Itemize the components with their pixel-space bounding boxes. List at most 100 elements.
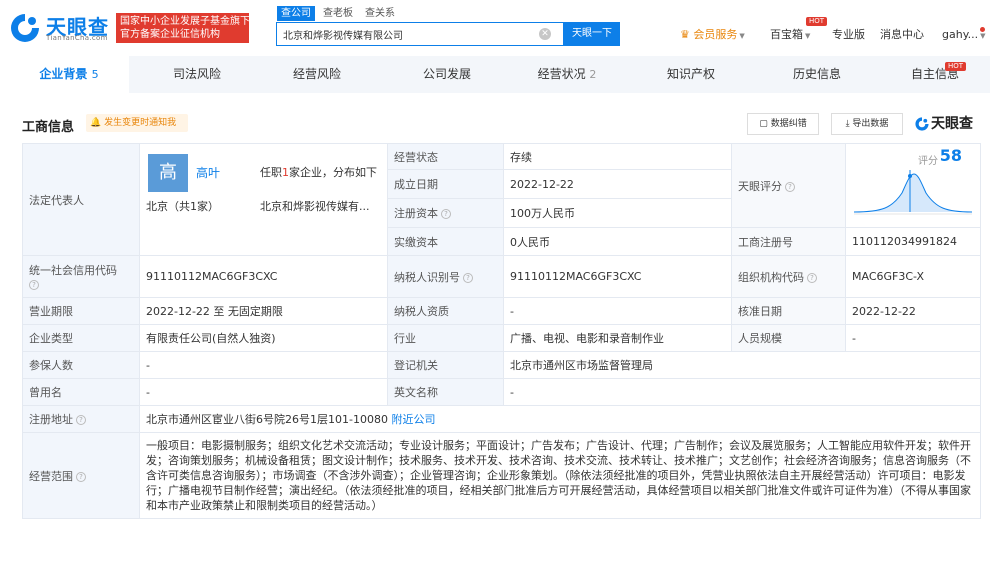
search-tab-relation[interactable]: 查关系 (361, 6, 399, 21)
logo-domain: TianYanCha.com (46, 34, 108, 42)
status-value: 存续 (503, 143, 732, 170)
table-row: 注册地址? 北京市通州区宦业八街6号院26号1层101-10080 附近公司 (22, 405, 981, 433)
address-value: 北京市通州区宦业八街6号院26号1层101-10080 (146, 413, 388, 426)
tab-operating-status[interactable]: 经营状况 2 (517, 56, 617, 93)
score-cell[interactable]: 评分 58 (845, 143, 981, 228)
help-icon[interactable]: ? (463, 272, 473, 283)
clear-icon[interactable]: ✕ (539, 28, 551, 40)
legal-rep-location: 北京（共1家） (146, 200, 219, 213)
insured-value: - (139, 351, 388, 379)
message-center-link[interactable]: 消息中心 (880, 27, 924, 43)
brand-logo: 天眼查 (914, 113, 980, 135)
user-menu[interactable]: gahy... ▼ (942, 27, 986, 43)
top-header: 天眼查 TianYanCha.com 国家中小企业发展子基金旗下 官方备案企业征… (0, 0, 1000, 54)
business-scope-value: 一般项目：电影摄制服务；组织文化艺术交流活动；专业设计服务；平面设计；广告发布；… (139, 432, 981, 519)
table-row: 企业类型 有限责任公司(自然人独资) 行业 广播、电视、电影和录音制作业 人员规… (22, 324, 981, 352)
pro-version-link[interactable]: 专业版 (832, 27, 865, 43)
tax-qualification-value: - (503, 297, 732, 325)
export-data-button[interactable]: ⤓ 导出数据 (831, 113, 903, 135)
crown-icon: ♛ (680, 28, 690, 41)
legal-rep-name[interactable]: 高叶 (196, 164, 220, 181)
scope-label-cell: 经营范围? (22, 432, 140, 519)
avatar[interactable]: 高 (148, 154, 188, 192)
org-code-label-cell: 组织机构代码? (731, 255, 846, 298)
tax-id-value: 91110112MAC6GF3CXC (503, 255, 732, 298)
tab-enterprise-background[interactable]: 企业背景 5 (9, 56, 129, 93)
search-box: ✕ (276, 22, 564, 46)
authority-value: 北京市通州区市场监督管理局 (503, 351, 981, 379)
credit-code-label: 统一社会信用代码 (29, 264, 117, 277)
industry-label: 行业 (387, 324, 504, 352)
table-row: 法定代表人 高 高叶 任职1家企业，分布如下 北京（共1家） 北京和烨影视传媒有… (22, 143, 981, 256)
company-type-value: 有限责任公司(自然人独资) (139, 324, 388, 352)
tax-id-label-cell: 纳税人识别号? (387, 255, 504, 298)
approve-date-value: 2022-12-22 (845, 297, 981, 325)
reg-no-value: 110112034991824 (845, 227, 981, 256)
status-label: 经营状态 (387, 143, 504, 170)
score-label-cell: 天眼评分? (731, 143, 846, 228)
setup-date-value: 2022-12-22 (503, 169, 732, 199)
site-logo[interactable]: 天眼查 TianYanCha.com (8, 9, 114, 45)
search-button[interactable]: 天眼一下 (564, 22, 620, 46)
help-icon[interactable]: ? (29, 280, 39, 290)
tab-label: 司法风险 (172, 67, 221, 81)
tab-label: 历史信息 (792, 67, 841, 81)
hot-badge: HOT (806, 17, 828, 26)
change-notify-button[interactable]: 🔔 发生变更时通知我 (86, 114, 188, 132)
legal-rep-summary: 任职1家企业，分布如下 (260, 166, 377, 179)
search-tab-company[interactable]: 查公司 (277, 6, 315, 21)
score-distribution-chart (853, 170, 973, 215)
english-name-label: 英文名称 (387, 378, 504, 406)
nearby-companies-link[interactable]: 附近公司 (391, 413, 435, 426)
score-label: 天眼评分 (738, 179, 782, 193)
paid-capital-label: 实缴资本 (387, 227, 504, 256)
address-label-cell: 注册地址? (22, 405, 140, 433)
tab-intellectual-property[interactable]: 知识产权 (641, 56, 741, 93)
help-icon[interactable]: ? (807, 272, 817, 283)
tab-label: 知识产权 (666, 67, 715, 81)
tab-company-development[interactable]: 公司发展 (397, 56, 497, 93)
table-row: 统一社会信用代码? 91110112MAC6GF3CXC 纳税人识别号? 911… (22, 255, 981, 298)
chevron-down-icon: ▼ (980, 32, 986, 40)
capital-label-cell: 注册资本? (387, 198, 504, 228)
bell-icon: 🔔 (90, 118, 102, 128)
download-icon: ⤓ (845, 119, 850, 129)
tab-self-info[interactable]: 自主信息 (885, 56, 985, 93)
chevron-down-icon: ▼ (805, 32, 811, 40)
help-icon[interactable]: ? (76, 415, 86, 425)
tab-judicial-risk[interactable]: 司法风险 (147, 56, 247, 93)
official-badge[interactable]: 国家中小企业发展子基金旗下 官方备案企业征信机构 (116, 13, 250, 43)
help-icon[interactable]: ? (785, 181, 795, 192)
address-cell: 北京市通州区宦业八街6号院26号1层101-10080 附近公司 (139, 405, 981, 433)
help-icon[interactable]: ? (441, 209, 451, 219)
former-name-value: - (139, 378, 388, 406)
treasure-box-link[interactable]: 百宝箱 ▼ (770, 27, 810, 43)
correction-label: 数据纠错 (770, 119, 807, 129)
tab-history[interactable]: 历史信息 (767, 56, 867, 93)
data-correction-button[interactable]: ▢ 数据纠错 (747, 113, 819, 135)
badge-line-2: 官方备案企业征信机构 (120, 29, 220, 40)
capital-label: 注册资本 (394, 207, 438, 220)
tab-label: 企业背景 (39, 67, 88, 81)
search-tab-boss[interactable]: 查老板 (319, 6, 357, 21)
table-row: 曾用名 - 英文名称 - (22, 378, 981, 406)
term-label: 营业期限 (22, 297, 140, 325)
scope-label: 经营范围 (29, 469, 73, 483)
help-icon[interactable]: ? (76, 471, 86, 482)
credit-code-value: 91110112MAC6GF3CXC (139, 255, 388, 298)
search-input[interactable] (277, 23, 539, 45)
tab-operating-risk[interactable]: 经营风险 (267, 56, 367, 93)
vip-service-link[interactable]: ♛ 会员服务 ▼ (680, 27, 745, 43)
tax-qualification-label: 纳税人资质 (387, 297, 504, 325)
table-row: 营业期限 2022-12-22 至 无固定期限 纳税人资质 - 核准日期 202… (22, 297, 981, 325)
notification-dot (980, 27, 985, 32)
staff-size-value: - (845, 324, 981, 352)
badge-line-1: 国家中小企业发展子基金旗下 (120, 16, 250, 27)
staff-size-label: 人员规模 (731, 324, 846, 352)
chevron-down-icon: ▼ (739, 32, 745, 40)
legal-rep-company[interactable]: 北京和烨影视传媒有... (260, 198, 370, 214)
legal-rep-cell: 高 高叶 任职1家企业，分布如下 北京（共1家） 北京和烨影视传媒有... (139, 143, 388, 256)
address-label: 注册地址 (29, 413, 73, 426)
company-type-label: 企业类型 (22, 324, 140, 352)
former-name-label: 曾用名 (22, 378, 140, 406)
